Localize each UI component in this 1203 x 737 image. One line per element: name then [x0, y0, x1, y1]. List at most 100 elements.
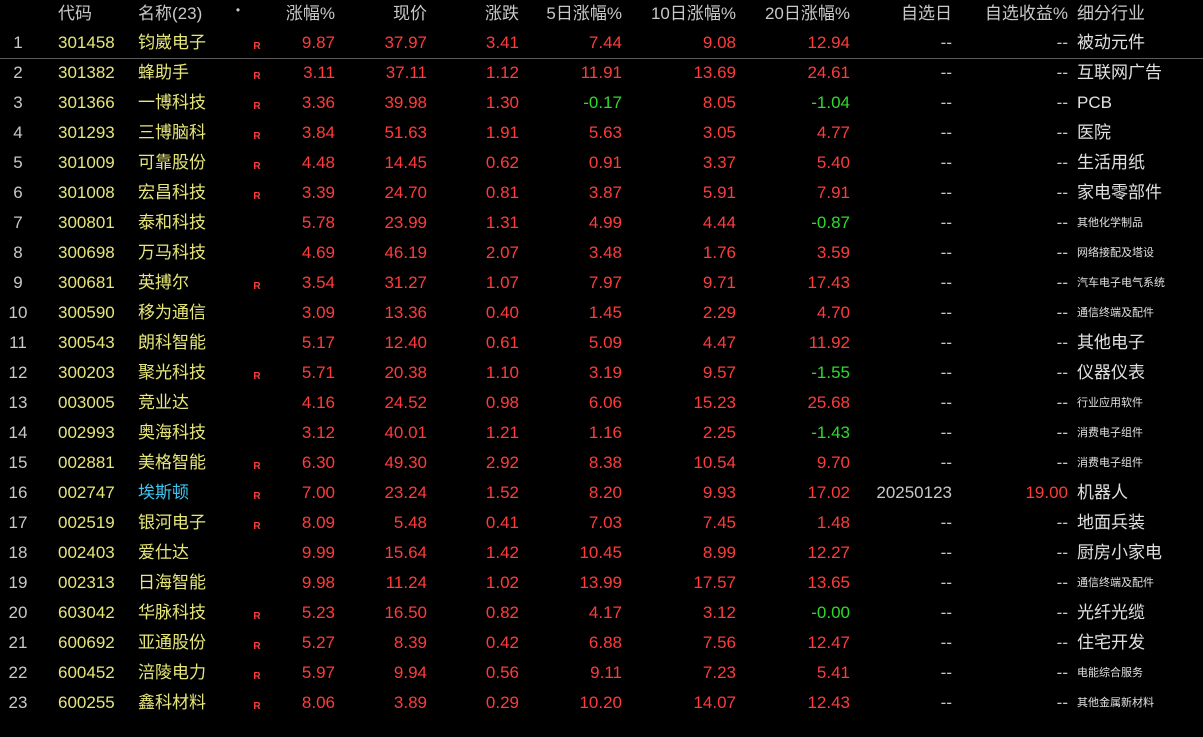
header-5d-pct[interactable]: 5日涨幅% — [529, 0, 622, 28]
select-date: -- — [940, 33, 952, 52]
table-row[interactable]: 17 002519 银河电子 R 8.09 5.48 0.41 7.03 7.45 1.48 -- -… — [0, 508, 1203, 538]
select-date: -- — [940, 513, 952, 532]
change: 0.98 — [485, 393, 519, 412]
margin-flag-badge — [250, 208, 264, 242]
table-row[interactable]: 18 002403 爱仕达 9.99 15.64 1.42 10.45 8.99 12.27 --… — [0, 538, 1203, 568]
select-return: 19.00 — [1025, 483, 1068, 502]
header-change[interactable]: 涨跌 — [437, 0, 519, 28]
header-10d-pct[interactable]: 10日涨幅% — [632, 0, 736, 28]
row-index: 5 — [13, 153, 23, 172]
price: 39.98 — [384, 93, 427, 112]
table-row[interactable]: 7 300801 泰和科技 5.78 23.99 1.31 4.99 4.44 -0.87 -- -… — [0, 208, 1203, 238]
price: 37.97 — [384, 33, 427, 52]
row-index: 4 — [13, 123, 23, 142]
margin-flag-badge: R — [253, 491, 261, 502]
table-row[interactable]: 13 003005 竞业达 4.16 24.52 0.98 6.06 15.23 25.68 --… — [0, 388, 1203, 418]
change-20d: -1.55 — [811, 363, 850, 382]
price: 24.70 — [384, 183, 427, 202]
industry: 医院 — [1077, 123, 1111, 142]
table-row[interactable]: 12 300203 聚光科技 R 5.71 20.38 1.10 3.19 9.57 -1.55 -… — [0, 358, 1203, 388]
header-select-return[interactable]: 自选收益% — [965, 0, 1068, 28]
table-row[interactable]: 6 301008 宏昌科技 R 3.39 24.70 0.81 3.87 5.91 7.91 -- -… — [0, 178, 1203, 208]
change-pct: 9.98 — [301, 573, 335, 592]
table-row[interactable]: 3 301366 一博科技 R 3.36 39.98 1.30 -0.17 8.05 -1.04 -… — [0, 88, 1203, 118]
stock-name: 银河电子 — [138, 513, 206, 532]
table-row[interactable]: 21 600692 亚通股份 R 5.27 8.39 0.42 6.88 7.56 12.47 --… — [0, 628, 1203, 658]
stock-name: 钧崴电子 — [138, 33, 206, 52]
margin-flag-badge: R — [253, 701, 261, 712]
table-row[interactable]: 1 301458 钧崴电子 R 9.87 37.97 3.41 7.44 9.08 12.94 --… — [0, 28, 1203, 58]
change-10d: 3.37 — [702, 153, 736, 172]
stock-name: 埃斯顿 — [138, 483, 189, 502]
price: 3.89 — [393, 693, 427, 712]
industry: 其他电子 — [1077, 333, 1145, 352]
change-20d: 5.41 — [816, 663, 850, 682]
change-10d: 9.71 — [702, 273, 736, 292]
change-10d: 10.54 — [693, 453, 736, 472]
price: 15.64 — [384, 543, 427, 562]
select-return: -- — [1056, 543, 1068, 562]
margin-flag-badge — [250, 568, 264, 602]
table-row[interactable]: 16 002747 埃斯顿 R 7.00 23.24 1.52 8.20 9.93 17.02 20… — [0, 478, 1203, 508]
stock-code: 300203 — [58, 363, 115, 382]
price: 16.50 — [384, 603, 427, 622]
change-pct: 4.48 — [301, 153, 335, 172]
change-10d: 2.29 — [702, 303, 736, 322]
margin-flag-badge — [250, 538, 264, 572]
header-change-pct[interactable]: 涨幅% — [268, 0, 335, 28]
header-code[interactable]: 代码 — [58, 0, 130, 28]
margin-flag-badge: R — [253, 671, 261, 682]
change: 0.82 — [485, 603, 519, 622]
stock-code: 003005 — [58, 393, 115, 412]
industry: 生活用纸 — [1077, 153, 1145, 172]
change-pct: 6.30 — [301, 453, 335, 472]
table-row[interactable]: 10 300590 移为通信 3.09 13.36 0.40 1.45 2.29 4.70 -- -… — [0, 298, 1203, 328]
stock-code: 301458 — [58, 33, 115, 52]
select-return: -- — [1056, 633, 1068, 652]
change: 1.07 — [485, 273, 519, 292]
table-row[interactable]: 23 600255 鑫科材料 R 8.06 3.89 0.29 10.20 14.07 12.43… — [0, 688, 1203, 718]
change-5d: 7.44 — [588, 33, 622, 52]
stock-code: 301382 — [58, 63, 115, 82]
table-row[interactable]: 14 002993 奥海科技 3.12 40.01 1.21 1.16 2.25 -1.43 --… — [0, 418, 1203, 448]
header-select-date[interactable]: 自选日 — [860, 0, 952, 28]
change: 1.91 — [485, 123, 519, 142]
stock-name: 宏昌科技 — [138, 183, 206, 202]
select-return: -- — [1056, 183, 1068, 202]
row-index: 13 — [8, 393, 28, 412]
table-row[interactable]: 19 002313 日海智能 9.98 11.24 1.02 13.99 17.57 13.65… — [0, 568, 1203, 598]
change-5d: -0.17 — [583, 93, 622, 112]
price: 40.01 — [384, 423, 427, 442]
table-row[interactable]: 22 600452 涪陵电力 R 5.97 9.94 0.56 9.11 7.23 5.41 -- -… — [0, 658, 1203, 688]
margin-flag-badge: R — [253, 71, 261, 82]
table-row[interactable]: 5 301009 可靠股份 R 4.48 14.45 0.62 0.91 3.37 5.40 -- -… — [0, 148, 1203, 178]
change-10d: 15.23 — [693, 393, 736, 412]
select-return: -- — [1056, 393, 1068, 412]
header-20d-pct[interactable]: 20日涨幅% — [746, 0, 850, 28]
select-return: -- — [1056, 63, 1068, 82]
table-row[interactable]: 20 603042 华脉科技 R 5.23 16.50 0.82 4.17 3.12 -0.00 -… — [0, 598, 1203, 628]
change: 1.10 — [485, 363, 519, 382]
table-row[interactable]: 9 300681 英搏尔 R 3.54 31.27 1.07 7.97 9.71 17.43 -- -… — [0, 268, 1203, 298]
change: 0.41 — [485, 513, 519, 532]
row-index: 19 — [8, 573, 28, 592]
change-pct: 4.69 — [301, 243, 335, 262]
table-row[interactable]: 15 002881 美格智能 R 6.30 49.30 2.92 8.38 10.54 9.70 -… — [0, 448, 1203, 478]
table-row[interactable]: 11 300543 朗科智能 5.17 12.40 0.61 5.09 4.47 11.92 --… — [0, 328, 1203, 358]
change: 2.92 — [485, 453, 519, 472]
change-5d: 8.20 — [588, 483, 622, 502]
change-20d: 9.70 — [816, 453, 850, 472]
header-price[interactable]: 现价 — [345, 0, 427, 28]
header-industry[interactable]: 细分行业 — [1077, 0, 1203, 28]
table-row[interactable]: 8 300698 万马科技 4.69 46.19 2.07 3.48 1.76 3.59 -- --… — [0, 238, 1203, 268]
table-row[interactable]: 4 301293 三博脑科 R 3.84 51.63 1.91 5.63 3.05 4.77 -- -… — [0, 118, 1203, 148]
row-index: 1 — [13, 33, 23, 52]
select-date: -- — [940, 603, 952, 622]
change: 1.30 — [485, 93, 519, 112]
select-return: -- — [1056, 333, 1068, 352]
industry: 通信终端及配件 — [1077, 577, 1154, 589]
select-date: -- — [940, 93, 952, 112]
table-row[interactable]: 2 301382 蜂助手 R 3.11 37.11 1.12 11.91 13.69 24.61 -… — [0, 58, 1203, 88]
row-index: 14 — [8, 423, 28, 442]
margin-flag-badge: R — [253, 461, 261, 472]
